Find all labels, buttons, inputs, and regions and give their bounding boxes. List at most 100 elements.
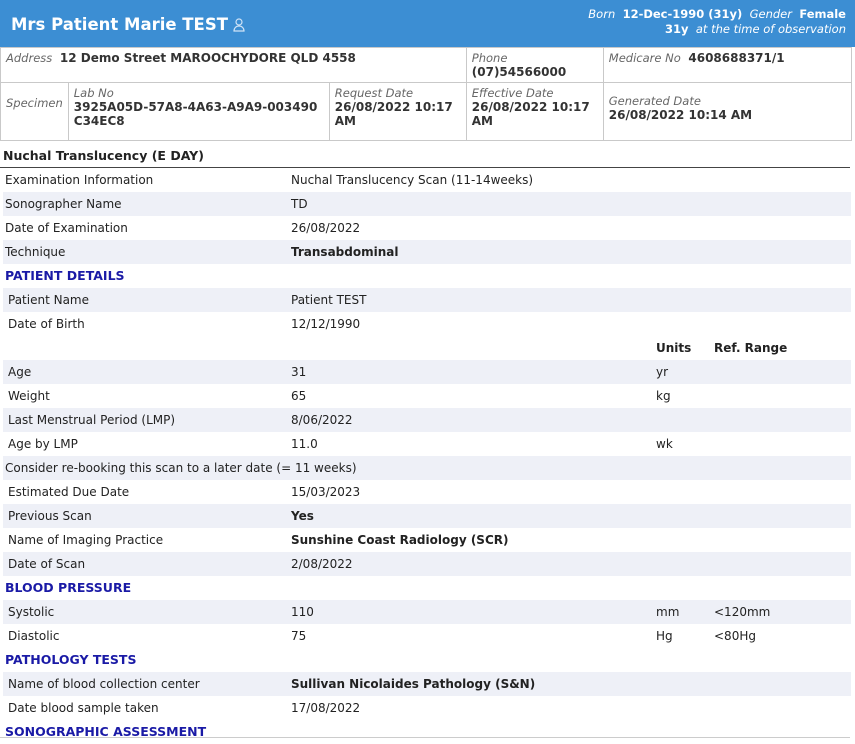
rebooking-note: Consider re-booking this scan to a later… xyxy=(5,461,357,475)
request-date-cell: Request Date 26/08/2022 10:17 AM xyxy=(328,82,467,141)
row-value: 17/08/2022 xyxy=(291,701,361,715)
row-label: Estimated Due Date xyxy=(8,485,130,499)
generated-date-cell: Generated Date 26/08/2022 10:14 AM xyxy=(602,82,853,141)
effective-date-value: 26/08/2022 10:17 AM xyxy=(471,100,590,128)
gender-value: Female xyxy=(799,7,846,21)
row-unit: wk xyxy=(656,437,673,451)
row-value: 8/06/2022 xyxy=(291,413,353,427)
user-icon xyxy=(233,18,245,32)
row-due-date: Estimated Due Date 15/03/2023 xyxy=(3,480,851,504)
request-date-value: 26/08/2022 10:17 AM xyxy=(334,100,453,128)
phone-value: (07)54566000 xyxy=(471,65,567,79)
effective-date-label: Effective Date xyxy=(471,86,554,100)
section-heading: SONOGRAPHIC ASSESSMENT xyxy=(5,724,207,739)
bottom-divider xyxy=(0,737,850,738)
row-ref-range: <80Hg xyxy=(714,629,756,643)
row-label: Systolic xyxy=(8,605,55,619)
row-label: Name of Imaging Practice xyxy=(8,533,164,547)
patient-info-table: Address 12 Demo Street MAROOCHYDORE QLD … xyxy=(0,47,853,141)
phone-label: Phone xyxy=(471,51,508,65)
section-heading: PATIENT DETAILS xyxy=(5,268,125,283)
row-unit: kg xyxy=(656,389,671,403)
row-value: Yes xyxy=(291,509,314,523)
medicare-value: 4608688371/1 xyxy=(688,51,785,65)
row-value: 26/08/2022 xyxy=(291,221,361,235)
units-header-row: Units Ref. Range xyxy=(3,336,851,360)
row-label: Date blood sample taken xyxy=(8,701,159,715)
patient-header: Mrs Patient Marie TEST Born 12-Dec-1990 … xyxy=(0,0,855,47)
row-systolic: Systolic 110 mm <120mm xyxy=(3,600,851,624)
address-cell: Address 12 Demo Street MAROOCHYDORE QLD … xyxy=(0,47,467,83)
row-value: TD xyxy=(291,197,308,211)
row-label: Previous Scan xyxy=(8,509,92,523)
row-label: Diastolic xyxy=(8,629,60,643)
row-value: 110 xyxy=(291,605,314,619)
section-blood-pressure: BLOOD PRESSURE xyxy=(3,576,851,600)
age-at-observation: 31y xyxy=(665,22,689,36)
row-value: Sullivan Nicolaides Pathology (S&N) xyxy=(291,677,536,691)
section-patient-details: PATIENT DETAILS xyxy=(3,264,851,288)
row-value: Nuchal Translucency Scan (11-14weeks) xyxy=(291,173,534,187)
specimen-cell: Specimen xyxy=(0,82,69,141)
row-previous-scan: Previous Scan Yes xyxy=(3,504,851,528)
row-label: Age by LMP xyxy=(8,437,78,451)
row-value: Patient TEST xyxy=(291,293,367,307)
row-label: Date of Examination xyxy=(5,221,128,235)
section-pathology-tests: PATHOLOGY TESTS xyxy=(3,648,851,672)
medicare-label: Medicare No xyxy=(608,51,681,65)
row-sonographer: Sonographer Name TD xyxy=(3,192,851,216)
born-label: Born xyxy=(588,7,616,21)
labno-cell: Lab No 3925A05D-57A8-4A63-A9A9-003490C34E… xyxy=(67,82,330,141)
generated-date-value: 26/08/2022 10:14 AM xyxy=(608,108,753,122)
row-ref-range: <120mm xyxy=(714,605,771,619)
units-header: Units xyxy=(656,341,692,355)
row-label: Weight xyxy=(8,389,50,403)
row-patient-name: Patient Name Patient TEST xyxy=(3,288,851,312)
row-diastolic: Diastolic 75 Hg <80Hg xyxy=(3,624,851,648)
report-title: Nuchal Translucency (E DAY) xyxy=(3,148,204,163)
row-value: 2/08/2022 xyxy=(291,557,353,571)
row-examination: Examination Information Nuchal Translucen… xyxy=(3,168,851,192)
row-value: 31 xyxy=(291,365,307,379)
row-value: 11.0 xyxy=(291,437,318,451)
row-imaging-practice: Name of Imaging Practice Sunshine Coast R… xyxy=(3,528,851,552)
row-label: Technique xyxy=(5,245,66,259)
phone-cell: Phone (07)54566000 xyxy=(465,47,604,83)
row-label: Examination Information xyxy=(5,173,154,187)
row-unit: mm xyxy=(656,605,680,619)
row-age: Age 31 yr xyxy=(3,360,851,384)
row-value: 12/12/1990 xyxy=(291,317,361,331)
specimen-label: Specimen xyxy=(6,96,63,110)
row-label: Name of blood collection center xyxy=(8,677,200,691)
patient-name-heading: Mrs Patient Marie TEST xyxy=(11,15,245,34)
row-lmp: Last Menstrual Period (LMP) 8/06/2022 xyxy=(3,408,851,432)
age-note: at the time of observation xyxy=(695,22,846,36)
labno-value: 3925A05D-57A8-4A63-A9A9-003490C34EC8 xyxy=(73,100,318,128)
effective-date-cell: Effective Date 26/08/2022 10:17 AM xyxy=(465,82,604,141)
row-technique: Technique Transabdominal xyxy=(3,240,851,264)
row-label: Date of Birth xyxy=(8,317,85,331)
row-label: Age xyxy=(8,365,32,379)
gender-label: Gender xyxy=(749,7,792,21)
ref-range-header: Ref. Range xyxy=(714,341,788,355)
row-collection-center: Name of blood collection center Sullivan … xyxy=(3,672,851,696)
patient-name: Mrs Patient Marie TEST xyxy=(11,15,228,34)
medicare-cell: Medicare No 4608688371/1 xyxy=(602,47,853,83)
row-date-of-exam: Date of Examination 26/08/2022 xyxy=(3,216,851,240)
row-label: Last Menstrual Period (LMP) xyxy=(8,413,176,427)
row-value: Transabdominal xyxy=(291,245,399,259)
row-label: Date of Scan xyxy=(8,557,86,571)
row-age-by-lmp: Age by LMP 11.0 wk xyxy=(3,432,851,456)
row-blood-sample-date: Date blood sample taken 17/08/2022 xyxy=(3,696,851,720)
generated-date-label: Generated Date xyxy=(608,94,701,108)
born-value: 12-Dec-1990 (31y) xyxy=(622,7,743,21)
section-heading: PATHOLOGY TESTS xyxy=(5,652,137,667)
row-unit: yr xyxy=(656,365,669,379)
row-dob: Date of Birth 12/12/1990 xyxy=(3,312,851,336)
row-value: 75 xyxy=(291,629,307,643)
address-label: Address xyxy=(6,51,53,65)
row-label: Sonographer Name xyxy=(5,197,122,211)
row-rebooking-note: Consider re-booking this scan to a later… xyxy=(3,456,851,480)
row-date-of-scan: Date of Scan 2/08/2022 xyxy=(3,552,851,576)
labno-label: Lab No xyxy=(73,86,114,100)
